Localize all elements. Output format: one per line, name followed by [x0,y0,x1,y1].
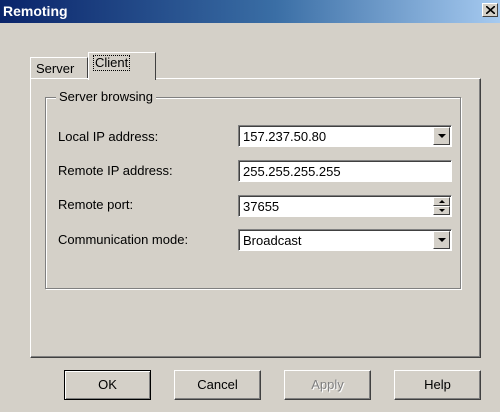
tab-server[interactable]: Server [30,57,88,79]
comm-mode-dropdown-button[interactable] [433,231,450,249]
remote-port-spinner[interactable]: 37655 [238,195,452,217]
port-spin-down-button[interactable] [433,206,450,215]
comm-mode-value: Broadcast [243,233,302,248]
comm-mode-combobox[interactable]: Broadcast [238,229,452,251]
close-button[interactable] [482,3,498,17]
local-ip-dropdown-button[interactable] [433,127,450,145]
tab-client-label: Client [92,55,131,71]
local-ip-combobox[interactable]: 157.237.50.80 [238,125,452,147]
apply-button[interactable]: Apply [284,370,371,400]
remote-ip-label: Remote IP address: [58,163,173,178]
tab-client[interactable]: Client [88,52,156,80]
port-spin-up-button[interactable] [433,197,450,206]
help-button[interactable]: Help [394,370,481,400]
group-title: Server browsing [56,89,156,105]
local-ip-label: Local IP address: [58,129,159,144]
dialog-window: Remoting Server Client Server browsing L… [0,0,500,412]
remote-port-label: Remote port: [58,197,134,212]
spin-down-icon [439,209,445,212]
chevron-down-icon [438,134,446,138]
remote-port-value: 37655 [243,199,280,214]
chevron-down-icon [438,238,446,242]
comm-mode-label: Communication mode: [58,232,189,247]
window-title: Remoting [3,3,68,19]
title-bar[interactable]: Remoting [0,0,500,23]
spin-up-icon [439,200,445,203]
server-browsing-group: Server browsing Local IP address: 157.23… [45,89,461,289]
tab-panel-client: Server browsing Local IP address: 157.23… [30,78,481,358]
close-icon [486,6,495,14]
cancel-button[interactable]: Cancel [174,370,261,400]
tab-server-label: Server [36,61,75,76]
local-ip-value: 157.237.50.80 [243,129,327,144]
remote-ip-input[interactable]: 255.255.255.255 [238,160,452,182]
ok-button[interactable]: OK [64,370,151,400]
remote-ip-value: 255.255.255.255 [243,164,341,179]
